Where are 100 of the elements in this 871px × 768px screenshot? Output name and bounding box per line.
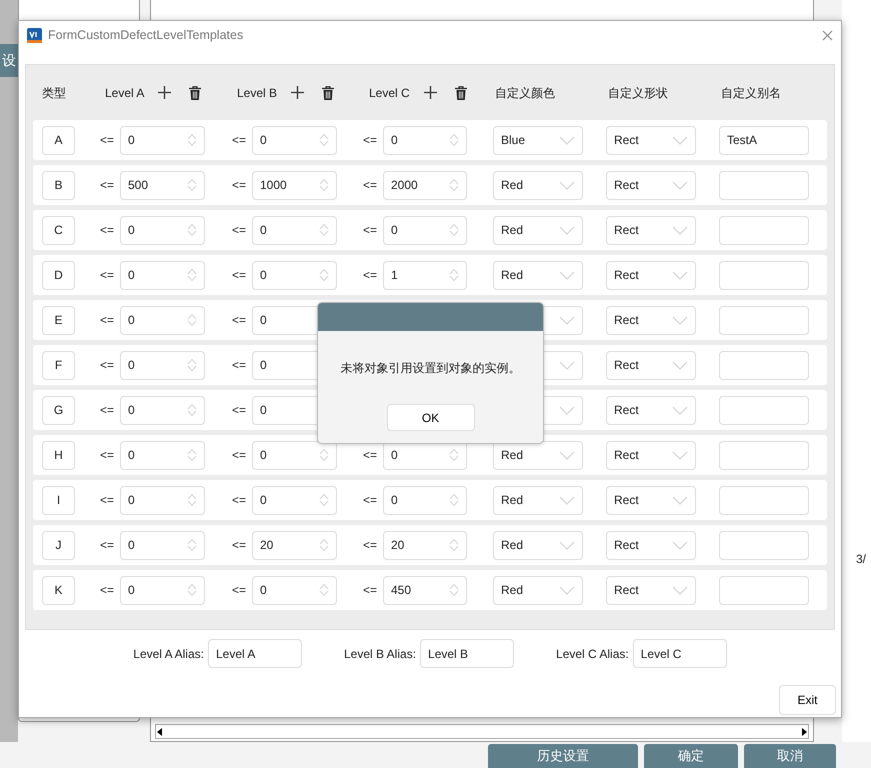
app-button[interactable]: 取消: [744, 744, 836, 768]
operator-label: <=: [230, 537, 247, 554]
dropdown[interactable]: Rect: [606, 170, 696, 200]
spin-box[interactable]: 0: [120, 440, 205, 470]
operator-label: <=: [98, 402, 115, 419]
type-field[interactable]: H: [42, 440, 75, 470]
alias-label: Level C Alias:: [556, 646, 629, 662]
spin-box[interactable]: 0: [252, 126, 337, 154]
spin-box[interactable]: 0: [383, 216, 467, 244]
side-tab[interactable]: 设: [0, 44, 18, 77]
operator-label: <=: [98, 222, 115, 239]
operator-label: <=: [230, 177, 247, 194]
operator-label: <=: [98, 582, 115, 599]
alias-label: Level A Alias:: [133, 646, 204, 662]
alias-input[interactable]: Level A: [208, 639, 302, 668]
operator-label: <=: [230, 267, 247, 284]
dropdown[interactable]: Rect: [606, 306, 696, 334]
spin-box[interactable]: 0: [120, 306, 205, 334]
operator-label: <=: [98, 492, 115, 509]
alias-label: Level B Alias:: [344, 646, 416, 662]
spin-box[interactable]: 1000: [252, 170, 337, 200]
spin-box[interactable]: 0: [120, 396, 205, 424]
type-field[interactable]: F: [42, 350, 75, 380]
operator-label: <=: [362, 177, 378, 194]
operator-label: <=: [98, 357, 115, 374]
dropdown[interactable]: Rect: [606, 440, 696, 470]
exit-button[interactable]: Exit: [779, 685, 836, 715]
app-button[interactable]: 确定: [644, 744, 738, 768]
spin-box[interactable]: 20: [383, 530, 467, 560]
spin-box[interactable]: 500: [120, 170, 205, 200]
spin-box[interactable]: 0: [120, 350, 205, 380]
column-header: 自定义别名: [721, 84, 781, 102]
dropdown[interactable]: Red: [493, 530, 583, 560]
operator-label: <=: [362, 267, 378, 284]
operator-label: <=: [230, 447, 247, 464]
column-header: 自定义形状: [608, 84, 668, 102]
spin-box[interactable]: 0: [252, 440, 337, 470]
page-indicator: 3/: [855, 551, 868, 568]
dropdown[interactable]: Rect: [606, 486, 696, 514]
operator-label: <=: [230, 582, 247, 599]
dropdown[interactable]: Red: [493, 260, 583, 290]
dropdown[interactable]: Blue: [493, 126, 583, 154]
operator-label: <=: [230, 492, 247, 509]
spin-box[interactable]: 20: [252, 530, 337, 560]
type-field[interactable]: J: [42, 530, 75, 560]
app-button[interactable]: 历史设置: [488, 744, 638, 768]
type-field[interactable]: C: [42, 216, 75, 244]
operator-label: <=: [362, 132, 378, 149]
dropdown[interactable]: Red: [493, 576, 583, 604]
operator-label: <=: [230, 222, 247, 239]
dropdown[interactable]: Red: [493, 216, 583, 244]
dropdown[interactable]: Rect: [606, 576, 696, 604]
dropdown[interactable]: Rect: [606, 396, 696, 424]
alias-field[interactable]: TestA: [719, 126, 809, 154]
dropdown[interactable]: Red: [493, 170, 583, 200]
spin-box[interactable]: 1: [383, 260, 467, 290]
type-field[interactable]: I: [42, 486, 75, 514]
dropdown[interactable]: Red: [493, 486, 583, 514]
column-header: Level A: [105, 84, 144, 102]
alias-input[interactable]: Level B: [420, 639, 514, 668]
dropdown[interactable]: Rect: [606, 126, 696, 154]
column-header: Level B: [237, 84, 278, 102]
dropdown[interactable]: Rect: [606, 216, 696, 244]
spin-box[interactable]: 0: [120, 486, 205, 514]
spin-box[interactable]: 2000: [383, 170, 467, 200]
spin-box[interactable]: 0: [120, 260, 205, 290]
spin-box[interactable]: 0: [252, 486, 337, 514]
dropdown[interactable]: Rect: [606, 530, 696, 560]
alias-input[interactable]: Level C: [632, 639, 727, 668]
spin-box[interactable]: 0: [383, 486, 467, 514]
spin-box[interactable]: 0: [120, 576, 205, 604]
type-field[interactable]: D: [42, 260, 75, 290]
spin-box[interactable]: 0: [252, 216, 337, 244]
type-field[interactable]: K: [42, 576, 75, 604]
dropdown[interactable]: Rect: [606, 260, 696, 290]
message-text: 未将对象引用设置到对象的实例。: [340, 360, 520, 377]
spin-box[interactable]: 0: [252, 576, 337, 604]
operator-label: <=: [230, 402, 247, 419]
operator-label: <=: [98, 177, 115, 194]
type-field[interactable]: A: [42, 126, 75, 154]
spin-box[interactable]: 450: [383, 576, 467, 604]
operator-label: <=: [98, 447, 115, 464]
spin-box[interactable]: 0: [120, 216, 205, 244]
column-header: 自定义颜色: [495, 84, 555, 102]
operator-label: <=: [362, 582, 378, 599]
dropdown[interactable]: Rect: [606, 350, 696, 380]
operator-label: <=: [362, 222, 378, 239]
operator-label: <=: [230, 357, 247, 374]
ok-button[interactable]: OK: [386, 404, 474, 431]
spin-box[interactable]: 0: [252, 260, 337, 290]
column-header: 类型: [42, 84, 66, 102]
spin-box[interactable]: 0: [120, 530, 205, 560]
spin-box[interactable]: 0: [383, 126, 467, 154]
type-field[interactable]: G: [42, 396, 75, 424]
spin-box[interactable]: 0: [120, 126, 205, 154]
dropdown[interactable]: Red: [493, 440, 583, 470]
type-field[interactable]: E: [42, 306, 75, 334]
type-field[interactable]: B: [42, 170, 75, 200]
operator-label: <=: [230, 312, 247, 329]
window-title: FormCustomDefectLevelTemplates: [48, 26, 244, 44]
